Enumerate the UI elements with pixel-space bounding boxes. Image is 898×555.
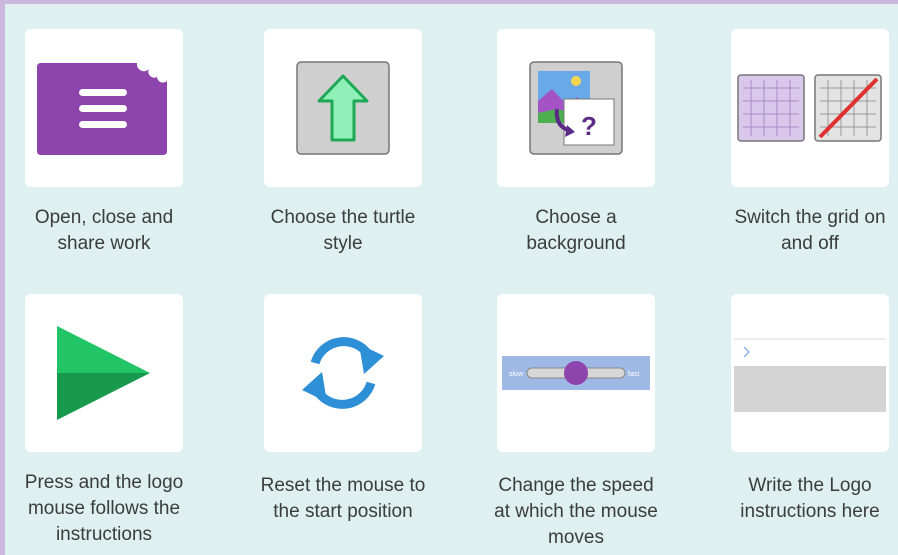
play-card — [25, 294, 183, 452]
instructions-card — [731, 294, 889, 452]
help-panel: Open, close and share work Choose the tu… — [5, 4, 898, 555]
background-picture-icon: ? — [529, 61, 623, 155]
open-close-share-caption: Open, close and share work — [34, 207, 174, 254]
instructions-caption: Write the Logo instructions here — [740, 475, 880, 522]
speed-slider-icon: slow fast — [502, 356, 650, 390]
turtle-style-card — [264, 29, 422, 187]
play-caption: Press and the logo mouse follows the ins… — [24, 472, 184, 545]
grid-toggle-caption: Switch the grid on and off — [734, 207, 886, 254]
reset-caption: Reset the mouse to the start position — [260, 475, 426, 522]
reset-icon — [302, 337, 384, 409]
chevron-right-icon — [743, 346, 751, 358]
play-icon — [57, 326, 150, 420]
grid-toggle-card — [731, 29, 889, 187]
menu-folder-icon — [37, 63, 167, 155]
slider-max-label: fast — [628, 371, 639, 378]
reset-card — [264, 294, 422, 452]
instructions-editor-icon — [734, 338, 886, 412]
svg-text:?: ? — [581, 111, 597, 141]
background-caption: Choose a background — [526, 207, 626, 254]
speed-caption: Change the speed at which the mouse move… — [494, 475, 658, 548]
turtle-arrow-icon — [296, 61, 390, 155]
open-close-share-card — [25, 29, 183, 187]
speed-card: slow fast — [497, 294, 655, 452]
background-card: ? — [497, 29, 655, 187]
turtle-style-caption: Choose the turtle style — [270, 207, 416, 254]
slider-knob[interactable] — [564, 361, 588, 385]
grid-toggle-icon — [737, 74, 882, 142]
slider-min-label: slow — [509, 371, 524, 378]
